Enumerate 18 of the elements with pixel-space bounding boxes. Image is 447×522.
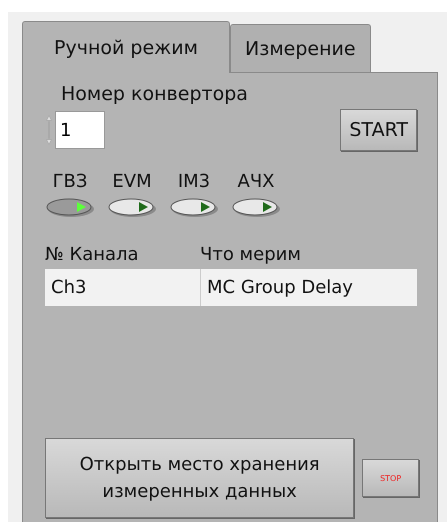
tab[interactable]: Ручной режим bbox=[22, 21, 230, 73]
column-header: № Канала bbox=[45, 244, 140, 265]
column-header: Что мерим bbox=[200, 244, 302, 265]
number-field[interactable]: 1 bbox=[55, 111, 105, 149]
led-label: EVM bbox=[112, 171, 152, 192]
led-label: ГВЗ bbox=[52, 171, 88, 192]
led-label: АЧХ bbox=[238, 171, 274, 192]
open-folder-button[interactable]: Открыть место хранения измеренных данных bbox=[45, 438, 354, 518]
led-indicator[interactable] bbox=[231, 196, 281, 218]
led-indicator[interactable] bbox=[169, 196, 219, 218]
led-label: IM3 bbox=[178, 171, 210, 192]
start-button[interactable]: START bbox=[340, 109, 417, 151]
field-label: Номер конвертора bbox=[61, 83, 248, 105]
table-cell: MC Group Delay bbox=[200, 269, 417, 306]
tab[interactable]: Измерение bbox=[230, 24, 371, 72]
table-cell-text: Ch3 bbox=[50, 276, 88, 300]
led-indicator[interactable] bbox=[45, 196, 95, 218]
led-indicator[interactable] bbox=[107, 196, 157, 218]
